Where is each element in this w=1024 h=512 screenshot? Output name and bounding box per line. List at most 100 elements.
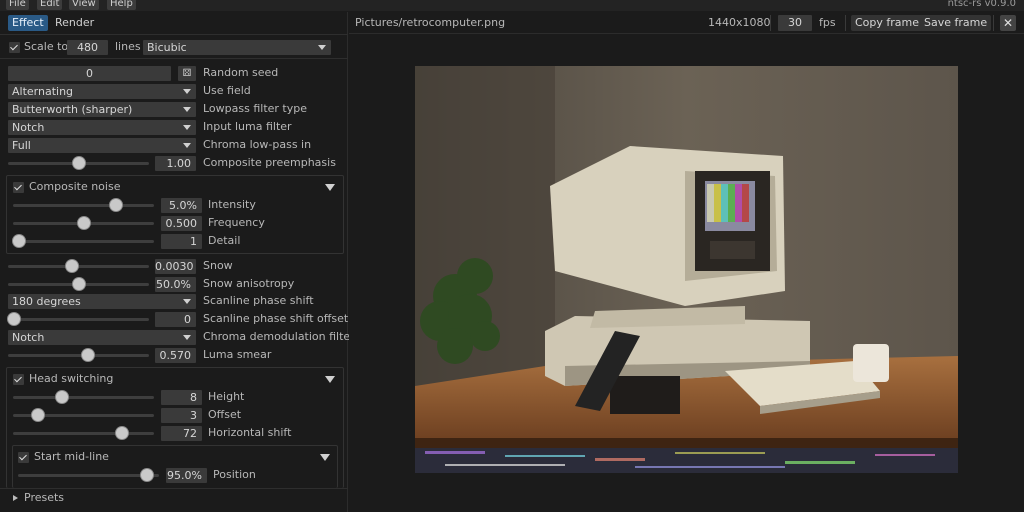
height-input[interactable]: 8: [161, 390, 202, 405]
close-icon[interactable]: ✕: [1000, 15, 1016, 31]
head-switching-checkbox[interactable]: [13, 374, 24, 385]
menu-edit[interactable]: Edit: [37, 0, 63, 10]
horizontal-shift-row: 72 Horizontal shift: [0, 425, 348, 441]
mid-line-checkbox[interactable]: [18, 452, 29, 463]
scale-checkbox[interactable]: [9, 42, 20, 53]
intensity-row: 5.0% Intensity: [0, 197, 348, 213]
composite-noise-checkbox[interactable]: [13, 182, 24, 193]
luma-smear-slider-knob[interactable]: [80, 348, 95, 362]
position-slider-track: [18, 474, 159, 477]
chroma-demod-label: Chroma demodulation filter: [203, 330, 355, 343]
offset-slider-knob[interactable]: [31, 408, 46, 422]
detail-row: 1 Detail: [0, 233, 348, 249]
luma-smear-input[interactable]: 0.570: [155, 348, 196, 363]
horizontal-shift-label: Horizontal shift: [208, 426, 292, 439]
fps-input[interactable]: 30: [778, 15, 812, 31]
height-row: 8 Height: [0, 389, 348, 405]
offset-input[interactable]: 3: [161, 408, 202, 423]
menu-help[interactable]: Help: [107, 0, 136, 10]
luma-smear-row: 0.570 Luma smear: [0, 347, 348, 363]
horizontal-shift-input[interactable]: 72: [161, 426, 202, 441]
frequency-row: 0.500 Frequency: [0, 215, 348, 231]
detail-input[interactable]: 1: [161, 234, 202, 249]
menu-file[interactable]: File: [6, 0, 29, 10]
fps-label: fps: [819, 16, 836, 29]
resolution-label: 1440x1080: [708, 16, 771, 29]
snow-label: Snow: [203, 259, 233, 272]
preemphasis-input[interactable]: 1.00: [155, 156, 196, 171]
scanline-phase-label: Scanline phase shift: [203, 294, 314, 307]
detail-slider-track: [13, 240, 154, 243]
height-slider-track: [13, 396, 154, 399]
snow-row: 0.0030 Snow: [0, 258, 348, 274]
scanline-offset-slider-knob[interactable]: [7, 312, 21, 326]
position-input[interactable]: 95.0%: [166, 468, 207, 483]
presets-label: Presets: [24, 491, 65, 504]
preview-area: Pictures/retrocomputer.png 1440x1080 30 …: [349, 12, 1024, 512]
snow-anisotropy-slider-knob[interactable]: [71, 277, 86, 291]
chroma-lowpass-value: Full: [12, 139, 31, 152]
preview-toolbar: Pictures/retrocomputer.png 1440x1080 30 …: [349, 12, 1024, 34]
lowpass-dropdown[interactable]: Butterworth (sharper): [8, 102, 196, 117]
composite-noise-header: Composite noise: [0, 179, 348, 195]
scanline-offset-input[interactable]: 0: [155, 312, 196, 327]
chroma-lowpass-label: Chroma low-pass in: [203, 138, 312, 151]
snow-input[interactable]: 0.0030: [155, 259, 196, 274]
scale-lines-input[interactable]: 480: [67, 40, 108, 55]
save-frame-button[interactable]: Save frame: [920, 15, 992, 31]
chevron-right-icon: [13, 495, 18, 501]
presets-toggle[interactable]: Presets: [0, 488, 348, 508]
height-label: Height: [208, 390, 245, 403]
frequency-input[interactable]: 0.500: [161, 216, 202, 231]
mid-line-title: Start mid-line: [34, 450, 109, 463]
scanline-phase-row: 180 degrees Scanline phase shift: [0, 293, 348, 309]
tab-effect[interactable]: Effect: [8, 15, 48, 31]
input-luma-row: Notch Input luma filter: [0, 119, 348, 135]
height-slider-knob[interactable]: [54, 390, 69, 404]
scale-unit: lines: [115, 40, 141, 53]
snow-slider-knob[interactable]: [65, 259, 80, 273]
scale-divider: [0, 58, 348, 59]
use-field-value: Alternating: [12, 85, 74, 98]
mid-line-header: Start mid-line: [0, 449, 348, 465]
menu-view[interactable]: View: [69, 0, 99, 10]
scale-filter-dropdown[interactable]: Bicubic: [143, 40, 331, 55]
head-switching-title: Head switching: [29, 372, 114, 385]
lowpass-label: Lowpass filter type: [203, 102, 308, 115]
horizontal-shift-slider-knob[interactable]: [115, 426, 130, 440]
scale-row: Scale to 480 lines Bicubic: [0, 39, 348, 55]
random-seed-input[interactable]: 0: [8, 66, 171, 81]
use-field-dropdown[interactable]: Alternating: [8, 84, 196, 99]
collapse-icon[interactable]: [325, 184, 335, 191]
dice-icon[interactable]: ⚄: [178, 66, 196, 81]
lowpass-value: Butterworth (sharper): [12, 103, 133, 116]
random-seed-label: Random seed: [203, 66, 279, 79]
file-path: Pictures/retrocomputer.png: [355, 16, 506, 29]
snow-anisotropy-input[interactable]: 50.0%: [155, 277, 196, 292]
position-row: 95.0% Position: [0, 467, 348, 483]
intensity-label: Intensity: [208, 198, 256, 211]
intensity-slider-track: [13, 204, 154, 207]
detail-slider-knob[interactable]: [12, 234, 26, 248]
use-field-row: Alternating Use field: [0, 83, 348, 99]
chroma-lowpass-row: Full Chroma low-pass in: [0, 137, 348, 153]
collapse-icon[interactable]: [325, 376, 335, 383]
chroma-demod-dropdown[interactable]: Notch: [8, 330, 196, 345]
copy-frame-button[interactable]: Copy frame: [851, 15, 924, 31]
chroma-lowpass-dropdown[interactable]: Full: [8, 138, 196, 153]
scanline-phase-value: 180 degrees: [12, 295, 81, 308]
intensity-input[interactable]: 5.0%: [161, 198, 202, 213]
scanline-phase-dropdown[interactable]: 180 degrees: [8, 294, 196, 309]
frequency-slider-knob[interactable]: [76, 216, 91, 230]
luma-smear-slider-track: [8, 354, 149, 357]
toolbar-divider: [770, 15, 771, 31]
chevron-down-icon: [318, 45, 326, 50]
position-slider-knob[interactable]: [139, 468, 154, 482]
preemphasis-row: 1.00 Composite preemphasis: [0, 155, 348, 171]
tab-render[interactable]: Render: [51, 15, 98, 31]
preemphasis-slider-knob[interactable]: [71, 156, 86, 170]
input-luma-dropdown[interactable]: Notch: [8, 120, 196, 135]
scale-filter-value: Bicubic: [147, 41, 187, 54]
collapse-icon[interactable]: [320, 454, 330, 461]
intensity-slider-knob[interactable]: [108, 198, 123, 212]
